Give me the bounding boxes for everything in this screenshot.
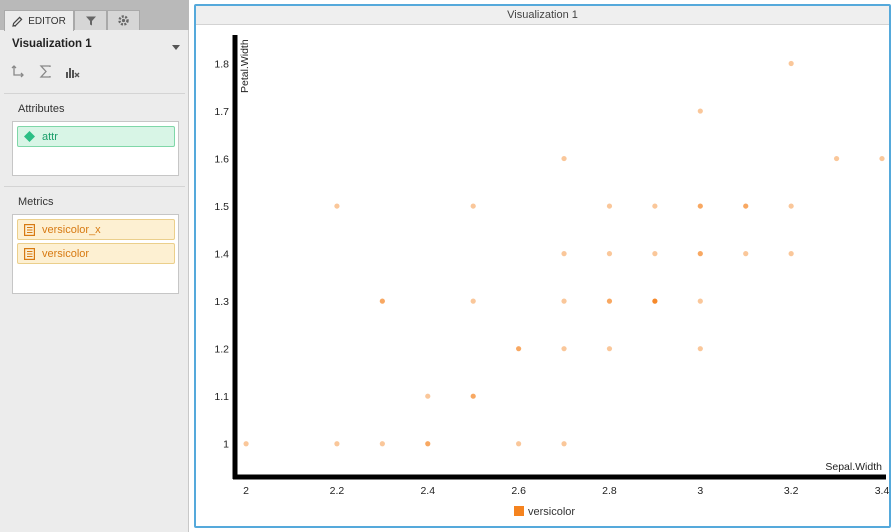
metric-pill-versicolor-x[interactable]: versicolor_x: [17, 219, 175, 240]
scatter-point[interactable]: [606, 251, 613, 257]
x-tick-label: 2.6: [511, 485, 526, 497]
filter-icon: [85, 15, 97, 27]
scatter-point[interactable]: [697, 251, 703, 257]
y-tick-label: 1.7: [214, 106, 229, 118]
scatter-point[interactable]: [743, 203, 749, 209]
x-tick-label: 2.8: [602, 485, 617, 497]
scatter-point[interactable]: [470, 203, 476, 209]
scatter-point[interactable]: [425, 441, 431, 447]
section-divider: [4, 93, 185, 94]
metric-pill-label: versicolor_x: [42, 223, 101, 236]
metrics-drop-zone[interactable]: versicolor_x versicolor: [12, 214, 179, 294]
metric-pill-label: versicolor: [42, 247, 90, 260]
metric-table-icon: [24, 223, 35, 236]
ticks-layer: 2 2.2 2.4 2.6 2.8 3 3.2 3.4 1 1.1 1.2 1.3 1.4 1.5 1.6 1…: [214, 59, 889, 497]
scatter-point[interactable]: [334, 441, 340, 447]
aggregate-button[interactable]: [32, 60, 58, 86]
x-tick-label: 3: [697, 485, 703, 497]
visualization-selector[interactable]: Visualization 1: [0, 33, 189, 55]
y-tick-label: 1.1: [214, 391, 229, 403]
scatter-point[interactable]: [561, 441, 567, 447]
scatter-point[interactable]: [516, 441, 522, 447]
chart-clear-icon: [65, 65, 80, 82]
y-tick-label: 1: [223, 439, 229, 451]
sigma-icon: [39, 65, 52, 81]
x-tick-label: 3.2: [784, 485, 799, 497]
scatter-point[interactable]: [561, 346, 567, 352]
y-tick-label: 1.8: [214, 59, 229, 71]
scatter-point[interactable]: [470, 298, 476, 304]
scatter-point[interactable]: [788, 60, 794, 67]
tab-editor[interactable]: EDITOR: [4, 10, 74, 31]
tab-filter[interactable]: [74, 10, 107, 30]
swap-axes-button[interactable]: [5, 60, 31, 86]
gear-icon: [117, 14, 130, 27]
scatter-point[interactable]: [379, 441, 385, 447]
scatter-point[interactable]: [243, 441, 249, 447]
scatter-point[interactable]: [652, 251, 658, 257]
scatter-point[interactable]: [561, 298, 567, 304]
tab-settings[interactable]: [107, 10, 140, 30]
editor-tab-strip: EDITOR: [0, 0, 189, 31]
scatter-point[interactable]: [697, 298, 703, 304]
tab-editor-label: EDITOR: [28, 15, 66, 27]
editor-panel: EDITOR Visualization 1 Attributes attr M…: [0, 0, 189, 532]
scatter-point[interactable]: [743, 251, 749, 257]
y-tick-label: 1.6: [214, 154, 229, 166]
y-tick-label: 1.2: [214, 344, 229, 356]
scatter-point[interactable]: [652, 298, 658, 304]
visualization-panel[interactable]: Visualization 1 2 2.2 2.4 2.6 2.8 3 3.2 3.4 1 1.1…: [194, 4, 891, 528]
x-tick-label: 3.4: [875, 485, 889, 497]
metric-pill-versicolor[interactable]: versicolor: [17, 243, 175, 264]
y-tick-label: 1.3: [214, 296, 229, 308]
scatter-point[interactable]: [379, 298, 385, 304]
scatter-point[interactable]: [334, 203, 340, 209]
metrics-section-label: Metrics: [18, 196, 54, 208]
attribute-diamond-icon: [24, 131, 35, 142]
attributes-section-label: Attributes: [18, 103, 65, 115]
legend[interactable]: versicolor: [514, 506, 575, 518]
section-divider: [4, 186, 185, 187]
attribute-pill-attr[interactable]: attr: [17, 126, 175, 147]
scatter-point[interactable]: [697, 346, 703, 352]
x-tick-label: 2.2: [330, 485, 345, 497]
scatter-point[interactable]: [788, 251, 794, 257]
chevron-down-icon[interactable]: [172, 41, 180, 53]
x-tick-label: 2: [243, 485, 249, 497]
scatter-point[interactable]: [606, 346, 613, 352]
scatter-point[interactable]: [561, 251, 567, 257]
y-tick-label: 1.4: [214, 249, 229, 261]
scatter-point[interactable]: [652, 203, 658, 209]
scatter-point[interactable]: [425, 393, 431, 399]
editor-toolbar: [4, 58, 185, 88]
scatter-point[interactable]: [697, 203, 703, 209]
scatter-point[interactable]: [516, 346, 522, 352]
axes-layer: [232, 35, 886, 480]
swap-axes-icon: [11, 64, 25, 82]
scatter-point[interactable]: [833, 155, 840, 162]
y-axis-title: Petal.Width: [239, 39, 251, 93]
scatter-point[interactable]: [879, 155, 885, 162]
clear-chart-button[interactable]: [59, 60, 85, 86]
scatter-point[interactable]: [561, 155, 567, 162]
legend-label-versicolor: versicolor: [528, 506, 575, 518]
attributes-drop-zone[interactable]: attr: [12, 121, 179, 176]
x-axis-title: Sepal.Width: [825, 461, 882, 473]
scatter-point[interactable]: [788, 203, 794, 209]
y-tick-label: 1.5: [214, 201, 229, 213]
attribute-pill-label: attr: [42, 130, 58, 143]
pencil-icon: [12, 16, 28, 27]
scatter-point[interactable]: [606, 203, 613, 209]
scatter-point[interactable]: [470, 393, 476, 399]
visualization-name: Visualization 1: [12, 38, 92, 50]
legend-swatch-versicolor: [514, 506, 524, 516]
x-tick-label: 2.4: [420, 485, 435, 497]
metric-table-icon: [24, 247, 35, 260]
points-layer: [243, 60, 885, 447]
scatter-point[interactable]: [697, 108, 703, 114]
scatter-point[interactable]: [606, 298, 613, 304]
scatter-chart[interactable]: 2 2.2 2.4 2.6 2.8 3 3.2 3.4 1 1.1 1.2 1.3 1.4 1.5 1.6 1…: [196, 6, 889, 526]
